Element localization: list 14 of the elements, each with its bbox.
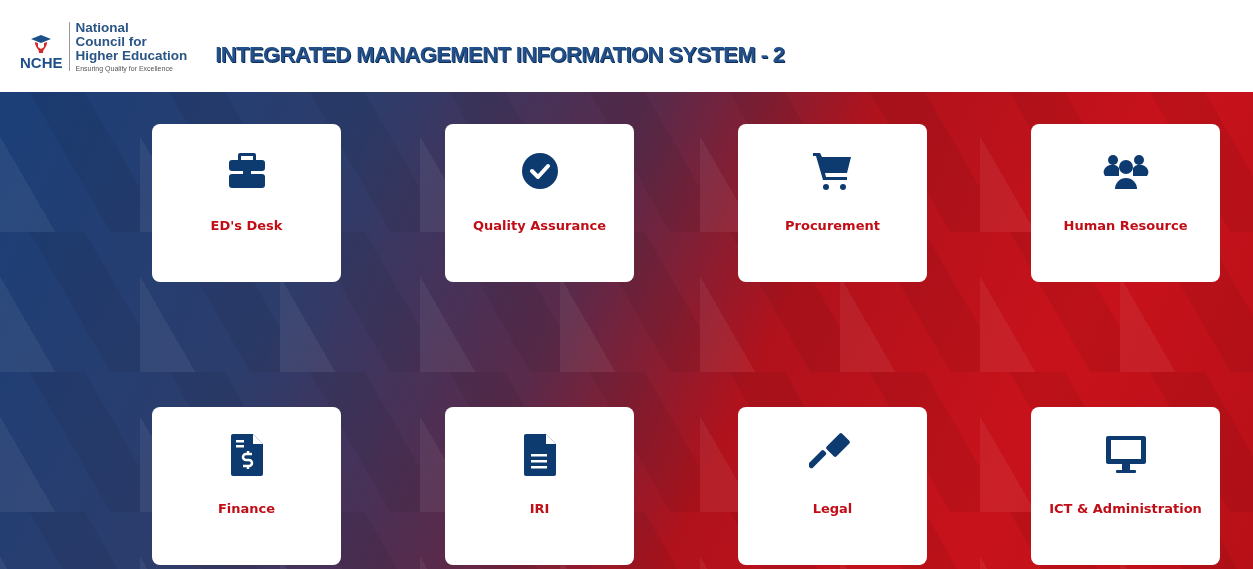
module-card[interactable]: IRI [445, 407, 634, 565]
module-card[interactable]: Legal [738, 407, 927, 565]
module-card[interactable]: ICT & Administration [1031, 407, 1220, 565]
module-card[interactable]: Procurement [738, 124, 927, 282]
module-card[interactable]: Quality Assurance [445, 124, 634, 282]
module-card[interactable]: Human Resource [1031, 124, 1220, 282]
emblem-icon [30, 33, 53, 54]
system-title: INTEGRATED MANAGEMENT INFORMATION SYSTEM - 2 [215, 42, 785, 68]
logo-acronym: NCHE [20, 53, 63, 71]
logo-name-line: National [75, 20, 130, 35]
logo-name-line: Higher Education [75, 48, 188, 63]
logo-name-line: Council for [75, 34, 148, 49]
module-card[interactable]: ED's Desk [152, 124, 341, 282]
module-card[interactable]: Finance [152, 407, 341, 565]
